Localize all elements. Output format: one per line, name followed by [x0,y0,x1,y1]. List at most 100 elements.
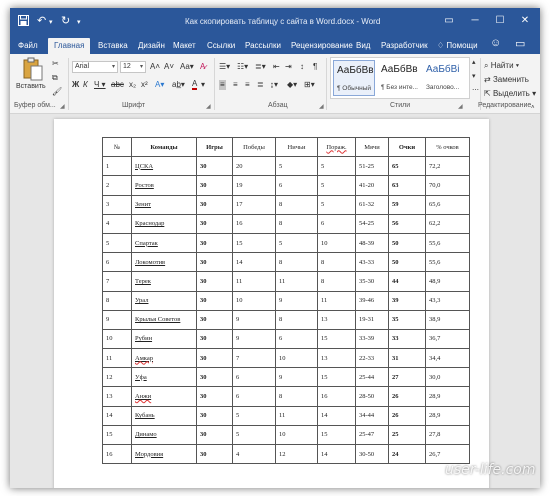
table-cell[interactable]: 31 [388,348,426,369]
table-cell[interactable]: Зенит [131,194,197,215]
bold-button[interactable]: Ж [72,80,79,90]
bullets-icon[interactable]: ☰▾ [219,62,230,72]
table-cell[interactable]: 8 [317,271,356,292]
table-cell[interactable]: 22-33 [355,348,389,369]
table-cell[interactable]: 28,9 [425,405,470,426]
table-cell[interactable]: 25-44 [355,367,389,388]
table-cell[interactable]: 6 [275,175,318,196]
table-cell[interactable]: 30 [196,194,233,215]
numbering-icon[interactable]: ☷▾ [237,62,248,72]
table-cell[interactable]: 14 [317,443,356,465]
table-cell[interactable]: Анжи [131,386,197,407]
styles-scroll-up-icon[interactable]: ▴ [472,58,476,68]
tell-me-box[interactable]: ♢ Помощи [437,38,478,54]
italic-button[interactable]: К [83,80,88,90]
font-launcher-icon[interactable]: ◢ [206,103,211,110]
table-cell[interactable]: 70,0 [425,175,470,196]
table-cell[interactable]: ЦСКА [131,156,197,177]
table-cell[interactable]: 19 [232,175,276,196]
subscript-button[interactable]: x₂ [129,80,136,90]
table-cell[interactable]: 30,0 [425,367,470,388]
table-cell[interactable]: 15 [317,367,356,388]
tab-references[interactable]: Ссылки [207,38,235,54]
table-cell[interactable]: 14 [317,405,356,426]
table-cell[interactable]: 30 [196,424,233,446]
format-painter-icon[interactable]: 🖌 [52,87,62,97]
table-cell[interactable]: 35-30 [355,271,389,292]
table-cell[interactable]: 30 [196,175,233,196]
table-cell[interactable]: 11 [317,290,356,311]
close-button[interactable]: ✕ [516,13,534,29]
table-cell[interactable]: 30 [196,252,233,273]
styles-scroll-down-icon[interactable]: ▾ [472,72,476,82]
table-cell[interactable]: 12 [275,443,318,465]
paragraph-launcher-icon[interactable]: ◢ [319,103,324,110]
align-right-icon[interactable]: ≡ [245,80,250,90]
table-cell[interactable]: 5 [317,194,356,215]
table-cell[interactable]: 5 [232,405,276,426]
table-cell[interactable]: 12 [102,367,132,388]
standings-table[interactable]: № Команды Игры Победы Ничьи Пораж. Мячи … [102,136,470,465]
replace-button[interactable]: ⇄ Заменить [484,73,529,86]
clear-formatting-icon[interactable]: A̷ [200,62,205,72]
style-no-spacing[interactable]: АаБбВв ¶ Без инте... [378,60,420,96]
table-cell[interactable]: 62,2 [425,213,470,234]
table-cell[interactable]: Урал [131,290,197,311]
save-icon[interactable] [18,15,29,29]
table-cell[interactable]: 48,9 [425,271,470,292]
table-cell[interactable]: 30 [196,271,233,292]
account-icon[interactable]: ☺ [490,37,501,49]
table-cell[interactable]: 11 [102,348,132,369]
table-cell[interactable]: Спартак [131,232,197,254]
table-cell[interactable]: 19-31 [355,309,389,330]
table-cell[interactable]: 30 [196,328,233,350]
table-cell[interactable]: 10 [275,348,318,369]
shading-icon[interactable]: ◆▾ [287,80,297,90]
find-button[interactable]: ⌕ Найти ▾ [484,59,519,72]
table-cell[interactable]: 6 [232,386,276,407]
justify-icon[interactable]: ≣ [257,80,264,90]
table-cell[interactable]: 30 [196,405,233,426]
undo-dropdown-icon[interactable]: ▾ [49,17,53,29]
maximize-button[interactable]: ☐ [491,13,509,29]
table-cell[interactable]: Краснодар [131,213,197,234]
table-cell[interactable]: 5 [275,232,318,254]
font-color-icon[interactable]: A [192,80,198,90]
multilevel-list-icon[interactable]: ≣▾ [255,62,266,72]
table-cell[interactable]: 26 [388,386,426,407]
table-cell[interactable]: 65,6 [425,194,470,215]
table-cell[interactable]: 30 [196,309,233,330]
table-cell[interactable]: 30 [196,156,233,177]
table-cell[interactable]: 54-25 [355,213,389,234]
table-cell[interactable]: 6 [275,328,318,350]
table-cell[interactable]: 28-50 [355,386,389,407]
table-cell[interactable]: 8 [102,290,132,311]
table-cell[interactable]: 50 [388,232,426,254]
styles-more-icon[interactable]: ⋯ [472,86,479,96]
select-button[interactable]: ⇱ Выделить ▾ [484,87,536,100]
table-cell[interactable]: 8 [275,386,318,407]
table-cell[interactable]: 8 [275,194,318,215]
table-cell[interactable]: 72,2 [425,156,470,177]
undo-icon[interactable]: ↶ [37,15,46,27]
table-cell[interactable]: 11 [275,271,318,292]
cut-icon[interactable]: ✂ [52,59,59,69]
table-cell[interactable]: 14 [102,405,132,426]
tab-home[interactable]: Главная [48,38,91,54]
table-cell[interactable]: 30 [196,232,233,254]
table-cell[interactable]: 33 [388,328,426,350]
table-cell[interactable]: Ростов [131,175,197,196]
tab-design[interactable]: Дизайн [138,38,165,54]
table-cell[interactable]: Кубань [131,405,197,426]
table-cell[interactable]: 8 [275,252,318,273]
table-cell[interactable]: 34-44 [355,405,389,426]
table-cell[interactable]: 30-50 [355,443,389,465]
table-cell[interactable]: 10 [317,232,356,254]
align-center-icon[interactable]: ≡ [233,80,238,90]
styles-launcher-icon[interactable]: ◢ [458,103,463,110]
table-cell[interactable]: 30 [196,290,233,311]
table-cell[interactable]: 2 [102,175,132,196]
superscript-button[interactable]: x² [141,80,148,90]
table-cell[interactable]: 36,7 [425,328,470,350]
table-cell[interactable]: 25-47 [355,424,389,446]
